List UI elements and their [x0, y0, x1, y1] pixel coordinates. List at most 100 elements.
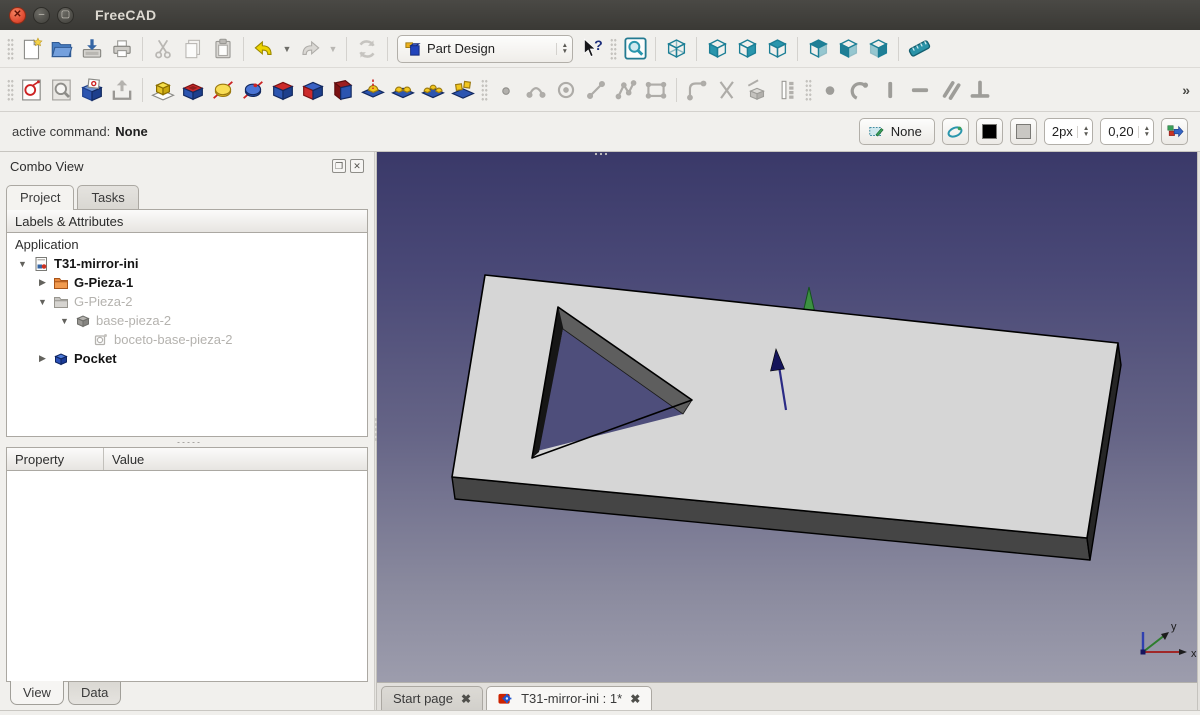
constraint-horizontal-icon[interactable]	[905, 75, 935, 105]
point-size-arrows[interactable]: ▲▼	[1138, 126, 1150, 138]
expander-right-icon[interactable]: ▶	[37, 353, 48, 364]
tab-tasks[interactable]: Tasks	[77, 185, 138, 209]
undo-dropdown-icon[interactable]: ▼	[279, 34, 295, 64]
view-front-icon[interactable]	[702, 34, 732, 64]
measure-distance-icon[interactable]	[904, 34, 934, 64]
tree-item-g-pieza-1[interactable]: ▶ G-Pieza-1	[7, 273, 367, 292]
tree-item-document[interactable]: ▼ T31-mirror-ini	[7, 254, 367, 273]
view-rear-icon[interactable]	[803, 34, 833, 64]
redo-dropdown-icon[interactable]: ▼	[325, 34, 341, 64]
panel-float-icon[interactable]: ❐	[332, 159, 346, 173]
view-axonometric-icon[interactable]	[661, 34, 691, 64]
value-column-header[interactable]: Value	[104, 452, 144, 467]
window-close-button[interactable]: ✕	[9, 7, 26, 24]
new-document-icon[interactable]	[17, 34, 47, 64]
window-minimize-button[interactable]: –	[33, 7, 50, 24]
view-left-icon[interactable]	[863, 34, 893, 64]
constraint-tangent-icon[interactable]	[845, 75, 875, 105]
constraint-vertical-icon[interactable]	[875, 75, 905, 105]
fit-all-icon[interactable]	[620, 34, 650, 64]
point-icon[interactable]	[491, 75, 521, 105]
polyline-icon[interactable]	[611, 75, 641, 105]
workbench-selector-arrows[interactable]: ▲▼	[556, 43, 568, 55]
chamfer-icon[interactable]	[298, 75, 328, 105]
multi-transform-icon[interactable]	[448, 75, 478, 105]
polar-pattern-icon[interactable]	[418, 75, 448, 105]
toolbar-overflow-button[interactable]: »	[1176, 82, 1196, 98]
arc-icon[interactable]	[521, 75, 551, 105]
refresh-icon[interactable]	[352, 34, 382, 64]
map-sketch-to-face-icon[interactable]	[77, 75, 107, 105]
tree-property-splitter[interactable]	[0, 437, 374, 447]
view-right-icon[interactable]	[762, 34, 792, 64]
3d-viewport[interactable]: x y Start page ✖ T31-mirror-ini : 1* ✖	[377, 152, 1197, 710]
view-sketch-icon[interactable]	[47, 75, 77, 105]
constraint-parallel-icon[interactable]	[935, 75, 965, 105]
constraint-coincident-icon[interactable]	[815, 75, 845, 105]
save-document-icon[interactable]	[77, 34, 107, 64]
color-per-face-button[interactable]	[1161, 118, 1188, 145]
mdi-tab-document[interactable]: T31-mirror-ini : 1* ✖	[486, 686, 652, 710]
toolbar-drag-handle[interactable]	[481, 79, 488, 101]
open-document-icon[interactable]	[47, 34, 77, 64]
redo-icon[interactable]	[295, 34, 325, 64]
property-column-header[interactable]: Property	[7, 448, 104, 470]
tab-data[interactable]: Data	[68, 682, 121, 705]
view-top-icon[interactable]	[732, 34, 762, 64]
cut-icon[interactable]	[148, 34, 178, 64]
toolbar-drag-handle[interactable]	[805, 79, 812, 101]
line-color-button[interactable]	[976, 118, 1003, 145]
pad-icon[interactable]	[148, 75, 178, 105]
construction-mode-icon[interactable]	[772, 75, 802, 105]
window-maximize-button[interactable]: ▢	[57, 7, 74, 24]
face-appearance-button[interactable]: None	[859, 118, 935, 145]
expander-right-icon[interactable]: ▶	[37, 277, 48, 288]
toolbar-drag-handle[interactable]	[610, 38, 617, 60]
copy-icon[interactable]	[178, 34, 208, 64]
tab-view[interactable]: View	[10, 681, 64, 705]
sketch-fillet-icon[interactable]	[682, 75, 712, 105]
revolution-icon[interactable]	[208, 75, 238, 105]
fillet-icon[interactable]	[268, 75, 298, 105]
tab-project[interactable]: Project	[6, 185, 74, 210]
tree-item-base-pieza-2[interactable]: ▼ base-pieza-2	[7, 311, 367, 330]
undo-icon[interactable]	[249, 34, 279, 64]
constraint-perpendicular-icon[interactable]	[965, 75, 995, 105]
tree-item-g-pieza-2[interactable]: ▼ G-Pieza-2	[7, 292, 367, 311]
rectangle-icon[interactable]	[641, 75, 671, 105]
paste-icon[interactable]	[208, 34, 238, 64]
view-bottom-icon[interactable]	[833, 34, 863, 64]
mirrored-icon[interactable]	[358, 75, 388, 105]
tree-item-boceto[interactable]: boceto-base-pieza-2	[7, 330, 367, 349]
linear-pattern-icon[interactable]	[388, 75, 418, 105]
expander-down-icon[interactable]: ▼	[17, 259, 28, 269]
tree-item-application[interactable]: Application	[7, 235, 367, 254]
tab-close-icon[interactable]: ✖	[630, 692, 640, 706]
trim-edge-icon[interactable]	[712, 75, 742, 105]
leave-sketch-icon[interactable]	[107, 75, 137, 105]
create-sketch-icon[interactable]	[17, 75, 47, 105]
part-body[interactable]	[452, 275, 1121, 560]
external-geometry-icon[interactable]	[742, 75, 772, 105]
expander-down-icon[interactable]: ▼	[59, 316, 70, 326]
mdi-tab-start-page[interactable]: Start page ✖	[381, 686, 483, 710]
expander-down-icon[interactable]: ▼	[37, 297, 48, 307]
line-icon[interactable]	[581, 75, 611, 105]
property-table-body[interactable]	[6, 471, 368, 682]
whats-this-icon[interactable]: ?	[577, 34, 607, 64]
tree-item-pocket[interactable]: ▶ Pocket	[7, 349, 367, 368]
point-size-spinbox[interactable]: 0,20 ▲▼	[1100, 118, 1154, 145]
draft-icon[interactable]	[328, 75, 358, 105]
pocket-icon[interactable]	[178, 75, 208, 105]
circle-icon[interactable]	[551, 75, 581, 105]
print-icon[interactable]	[107, 34, 137, 64]
workbench-selector[interactable]: Part Design ▲▼	[397, 35, 573, 63]
draw-style-button[interactable]	[942, 118, 969, 145]
panel-close-icon[interactable]: ✕	[350, 159, 364, 173]
groove-icon[interactable]	[238, 75, 268, 105]
tab-close-icon[interactable]: ✖	[461, 692, 471, 706]
line-width-spinbox[interactable]: 2px ▲▼	[1044, 118, 1093, 145]
line-width-arrows[interactable]: ▲▼	[1077, 126, 1089, 138]
3d-scene[interactable]: x y	[377, 152, 1197, 682]
toolbar-drag-handle[interactable]	[7, 79, 14, 101]
